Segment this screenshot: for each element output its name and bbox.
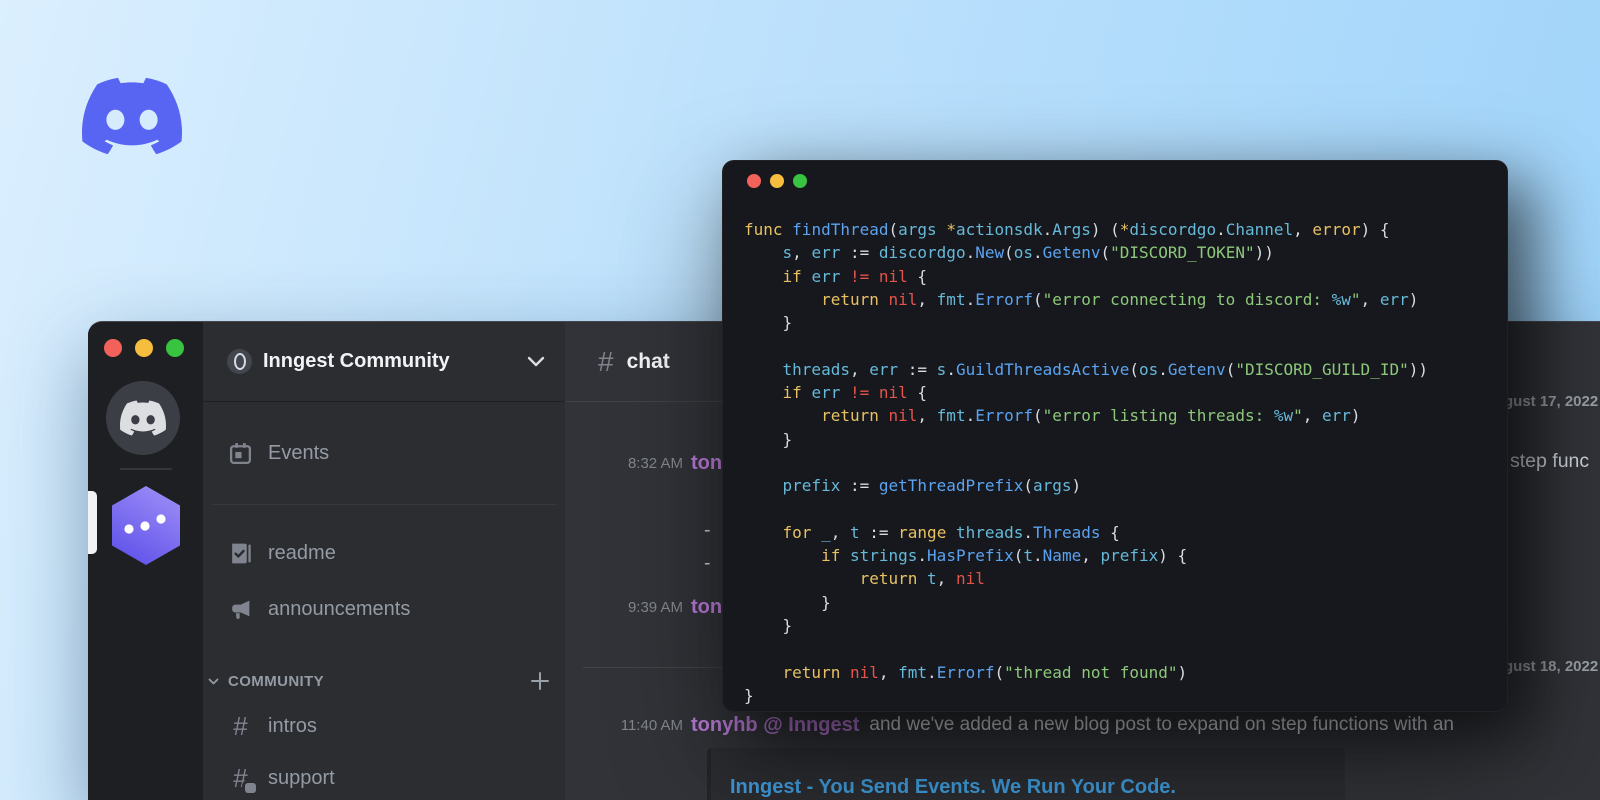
code-content: func findThread(args *actionsdk.Args) (*… [744,220,1428,705]
active-server-indicator [88,491,97,554]
book-check-icon [228,541,253,566]
message-timestamp: 11:40 AM [620,716,683,734]
rail-divider [120,468,172,470]
code-editor-window: func findThread(args *actionsdk.Args) (*… [722,160,1508,712]
chat-message: 11:40 AM tonyhb @ Inngest and we've adde… [565,711,1600,739]
inngest-hexagon-icon [112,486,180,565]
window-controls[interactable] [747,174,807,188]
hash-icon: # [598,345,614,377]
sidebar-item-intros[interactable]: # intros [228,711,317,741]
sidebar-item-readme[interactable]: readme [228,538,336,568]
hash-bubble-icon: # [228,765,256,793]
add-channel-button[interactable] [529,670,551,692]
channel-label: announcements [268,597,411,620]
message-bullet: - [704,552,711,574]
message-text-fragment: step func [1510,450,1590,472]
channel-title: chat [626,349,670,373]
message-bullet: - [704,519,711,541]
server-rail [88,322,203,800]
window-controls[interactable] [104,339,184,357]
plus-icon [531,672,549,690]
sidebar-item-support[interactable]: # support [228,763,335,793]
channel-label: intros [268,714,317,737]
inngest-server-icon[interactable] [112,486,180,565]
link-embed: Inngest - You Send Events. We Run Your C… [707,748,1345,800]
message-timestamp: 9:39 AM [627,598,683,616]
channel-label: readme [268,541,336,564]
discord-home-icon [120,395,166,441]
category-label: COMMUNITY [228,672,325,690]
message-timestamp: 8:32 AM [627,454,683,472]
server-boost-badge-icon [227,349,252,374]
message-author[interactable]: tonyhb @ Inngest [691,714,859,737]
channel-sidebar: Inngest Community Events readme announce… [203,322,565,800]
server-name: Inngest Community [263,350,450,372]
embed-title-link[interactable]: Inngest - You Send Events. We Run Your C… [730,776,1176,798]
discord-logo [82,66,182,166]
category-community[interactable]: COMMUNITY [208,668,551,694]
discord-home-button[interactable] [106,381,180,455]
chevron-down-icon[interactable] [527,356,545,367]
server-header[interactable]: Inngest Community [203,322,565,402]
channel-label: Events [268,441,330,464]
calendar-icon [228,441,253,466]
channel-divider [213,504,557,505]
megaphone-icon [228,597,253,622]
channel-label: support [268,766,335,789]
hash-icon: # [233,711,248,741]
sidebar-item-events[interactable]: Events [228,438,329,468]
chevron-down-icon [208,678,219,684]
message-text: and we've added a new blog post to expan… [869,714,1454,735]
sidebar-item-announcements[interactable]: announcements [228,594,410,624]
desktop-background: Inngest Community Events readme announce… [0,0,1600,800]
